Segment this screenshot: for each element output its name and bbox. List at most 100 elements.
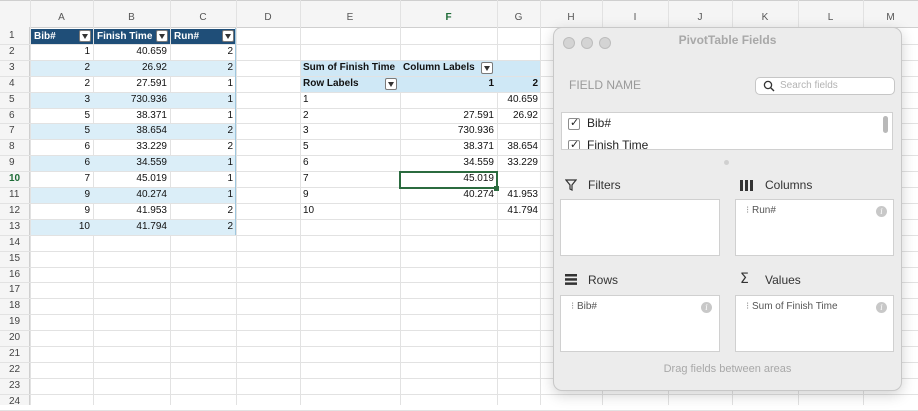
info-icon[interactable]: i [876,302,887,313]
pivot-row-key[interactable]: 5 [303,139,393,155]
pivot-row-key[interactable]: 10 [303,203,393,219]
column-header[interactable]: B [93,12,170,23]
table-cell[interactable]: 10 [30,219,90,235]
table-cell[interactable]: 1 [170,171,233,187]
table-cell[interactable]: 7 [30,171,90,187]
info-icon[interactable]: i [701,302,712,313]
column-header[interactable]: D [236,12,300,23]
table-cell[interactable]: 34.559 [93,155,167,171]
search-input[interactable]: Search fields [755,77,895,95]
pivot-column-key[interactable]: 2 [497,76,538,92]
table-cell[interactable]: 33.229 [93,139,167,155]
pivot-value-cell[interactable]: 730.936 [400,123,494,139]
row-header[interactable]: 7 [0,125,30,136]
table-cell[interactable]: 1 [170,108,233,124]
row-header[interactable]: 3 [0,62,30,73]
table-cell[interactable]: 1 [170,92,233,108]
table-header-cell[interactable]: Finish Time [94,29,170,44]
rows-field-pill[interactable]: ⁝ Bib# [571,301,597,312]
filter-dropdown-button[interactable] [156,30,168,42]
row-header[interactable]: 9 [0,157,30,168]
splitter-handle[interactable] [724,160,729,165]
table-cell[interactable]: 2 [30,76,90,92]
table-cell[interactable]: 3 [30,92,90,108]
row-header[interactable]: 10 [0,173,30,184]
pivot-row-key[interactable]: 1 [303,92,393,108]
column-labels-filter-button[interactable] [481,62,493,74]
row-header[interactable]: 18 [0,300,30,311]
column-header[interactable]: G [497,12,540,23]
table-cell[interactable]: 2 [30,60,90,76]
row-header[interactable]: 15 [0,253,30,264]
pivot-value-cell[interactable]: 40.274 [400,187,494,203]
table-cell[interactable]: 730.936 [93,92,167,108]
pivot-values-label[interactable]: Sum of Finish Time [303,60,403,76]
table-cell[interactable]: 1 [170,155,233,171]
table-cell[interactable]: 5 [30,123,90,139]
table-cell[interactable]: 40.659 [93,44,167,60]
filter-dropdown-button[interactable] [222,30,234,42]
pivot-value-cell[interactable]: 40.659 [497,92,538,108]
pivot-row-key[interactable]: 6 [303,155,393,171]
table-cell[interactable]: 45.019 [93,171,167,187]
row-header[interactable]: 17 [0,284,30,295]
column-header[interactable]: E [300,12,400,23]
pivot-value-cell[interactable]: 41.794 [497,203,538,219]
table-cell[interactable]: 41.794 [93,219,167,235]
fill-handle[interactable] [494,186,499,191]
pivot-row-key[interactable]: 2 [303,108,393,124]
table-cell[interactable]: 38.654 [93,123,167,139]
pivot-value-cell[interactable]: 26.92 [497,108,538,124]
table-header-cell[interactable]: Run# [171,29,236,44]
row-header[interactable]: 2 [0,46,30,57]
table-cell[interactable]: 40.274 [93,187,167,203]
table-cell[interactable]: 2 [170,60,233,76]
row-header[interactable]: 5 [0,94,30,105]
table-cell[interactable]: 2 [170,123,233,139]
row-header[interactable]: 11 [0,189,30,200]
table-cell[interactable]: 2 [170,203,233,219]
column-header[interactable]: M [863,12,918,23]
table-cell[interactable]: 9 [30,187,90,203]
table-cell[interactable]: 5 [30,108,90,124]
row-header[interactable]: 22 [0,364,30,375]
row-header[interactable]: 4 [0,78,30,89]
row-header[interactable]: 12 [0,205,30,216]
checkbox-icon[interactable] [568,116,580,130]
row-header[interactable]: 16 [0,269,30,280]
row-header[interactable]: 24 [0,396,30,407]
row-labels-filter-button[interactable] [385,78,397,90]
field-item-bib[interactable]: Bib# [568,116,611,130]
pivot-value-cell[interactable]: 41.953 [497,187,538,203]
pivot-row-key[interactable]: 9 [303,187,393,203]
column-header[interactable]: K [732,12,798,23]
table-cell[interactable]: 2 [170,219,233,235]
table-cell[interactable]: 1 [30,44,90,60]
table-cell[interactable]: 2 [170,139,233,155]
field-item-finish-time[interactable]: Finish Time [568,138,648,149]
selected-cell[interactable] [399,171,498,189]
table-cell[interactable]: 41.953 [93,203,167,219]
row-header[interactable]: 19 [0,316,30,327]
table-cell[interactable]: 38.371 [93,108,167,124]
column-header[interactable]: C [170,12,236,23]
column-header[interactable]: H [540,12,602,23]
table-cell[interactable]: 6 [30,155,90,171]
rows-area[interactable]: ⁝ Bib# i [560,295,720,352]
pivot-column-labels[interactable]: Column Labels [403,60,483,76]
pivot-row-key[interactable]: 3 [303,123,393,139]
row-header[interactable]: 20 [0,332,30,343]
filters-area[interactable] [560,199,720,256]
table-cell[interactable]: 6 [30,139,90,155]
column-header[interactable]: I [602,12,668,23]
row-header[interactable]: 14 [0,237,30,248]
pivot-value-cell[interactable]: 33.229 [497,155,538,171]
pivot-column-key[interactable]: 1 [400,76,494,92]
row-header[interactable]: 13 [0,221,30,232]
filter-dropdown-button[interactable] [79,30,91,42]
checkbox-icon[interactable] [568,138,580,149]
column-header[interactable]: J [668,12,732,23]
row-header[interactable]: 23 [0,380,30,391]
row-header[interactable]: 21 [0,348,30,359]
row-header[interactable]: 1 [0,30,30,41]
